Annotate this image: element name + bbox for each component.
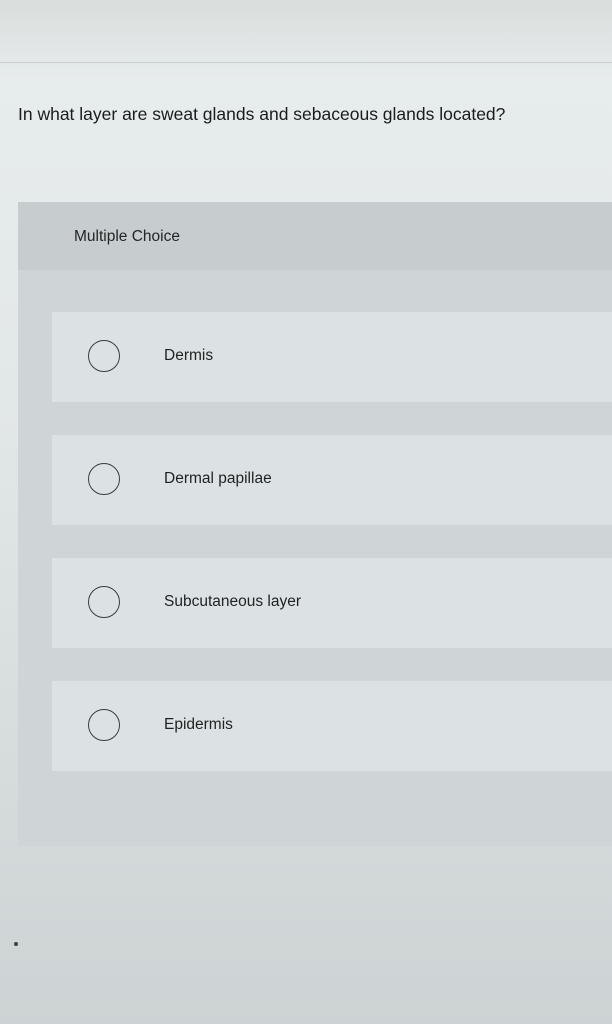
multiple-choice-card: Multiple Choice Dermis Dermal papillae S…: [18, 202, 612, 846]
option-label: Epidermis: [164, 716, 233, 733]
radio-button[interactable]: [88, 709, 120, 741]
option-subcutaneous-layer[interactable]: Subcutaneous layer: [52, 558, 612, 648]
option-label: Dermal papillae: [164, 470, 272, 487]
option-dermis[interactable]: Dermis: [52, 312, 612, 402]
option-epidermis[interactable]: Epidermis: [52, 681, 612, 771]
option-label: Subcutaneous layer: [164, 593, 302, 610]
question-type-label: Multiple Choice: [74, 228, 180, 245]
stray-dot: [14, 942, 18, 946]
question-text: In what layer are sweat glands and sebac…: [18, 104, 506, 124]
radio-button[interactable]: [88, 463, 120, 495]
top-divider: [0, 62, 612, 63]
radio-button[interactable]: [88, 586, 120, 618]
option-dermal-papillae[interactable]: Dermal papillae: [52, 435, 612, 525]
card-header: Multiple Choice: [18, 202, 612, 270]
radio-button[interactable]: [88, 340, 120, 372]
option-label: Dermis: [164, 347, 214, 364]
